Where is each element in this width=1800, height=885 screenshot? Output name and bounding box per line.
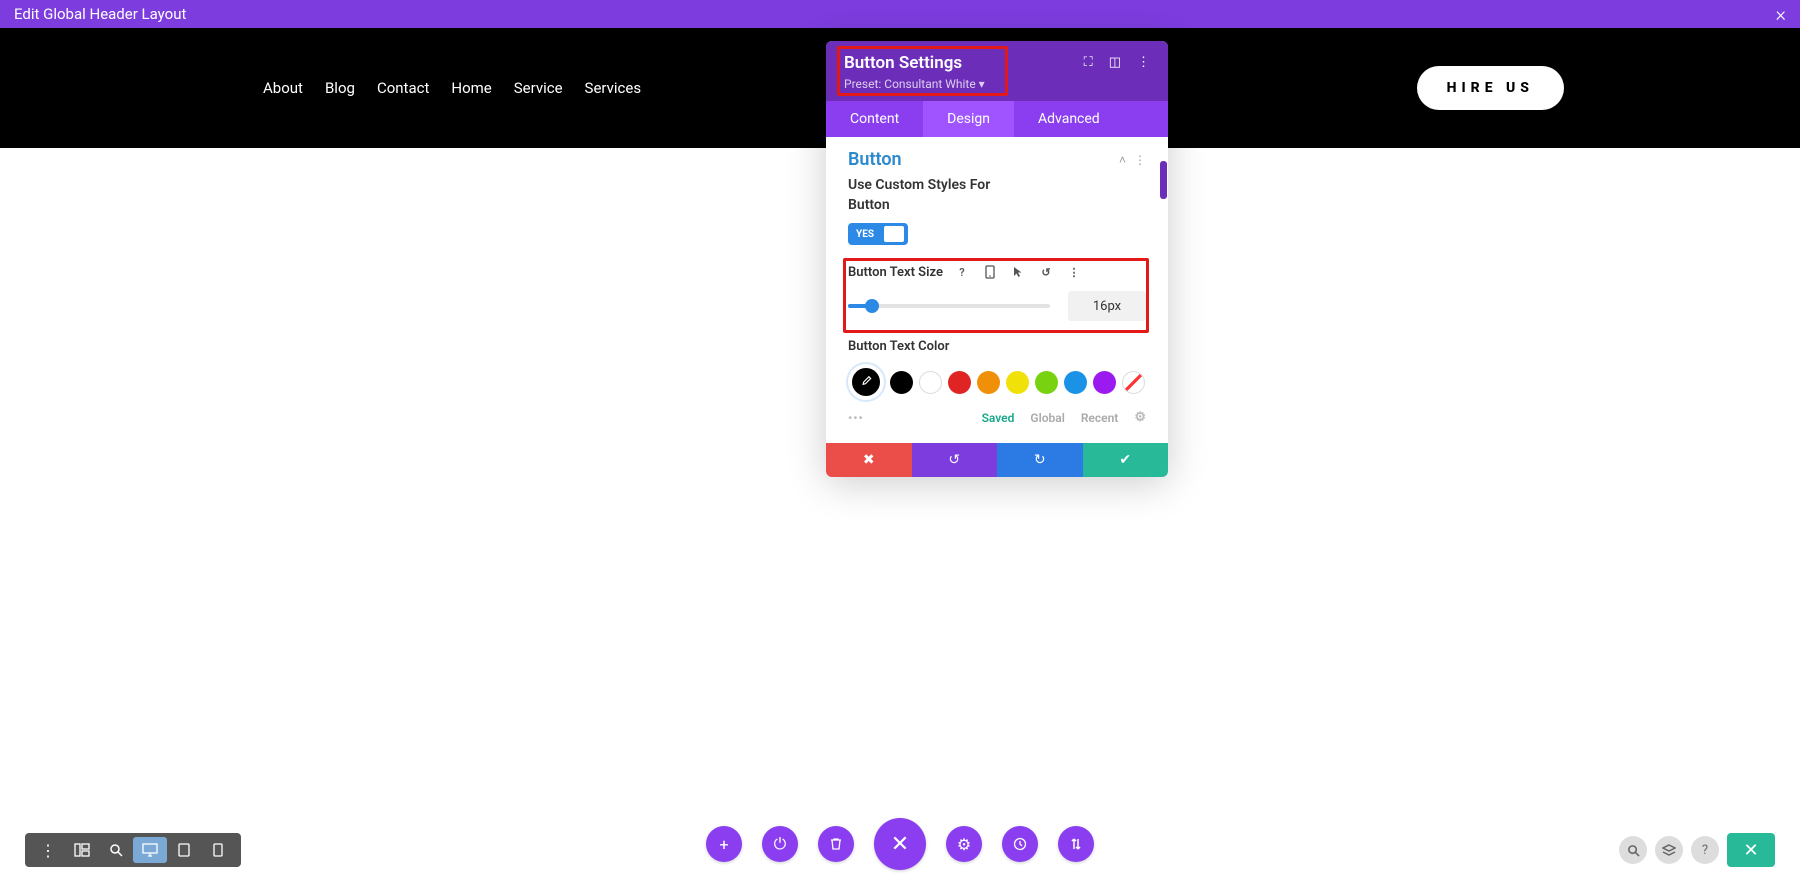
swatch-none[interactable] (1122, 371, 1145, 394)
color-picker-button[interactable] (848, 364, 884, 400)
nav-home[interactable]: Home (451, 79, 491, 97)
expand-icon[interactable]: ⛶ (1084, 55, 1093, 70)
save-button[interactable]: ✕ (1727, 833, 1775, 867)
topbar-title: Edit Global Header Layout (14, 5, 186, 23)
br-help-icon[interactable]: ? (1691, 836, 1719, 864)
panel-footer: ✖ ↺ ↻ ✔ (826, 443, 1168, 477)
swatch-orange[interactable] (977, 371, 1000, 394)
text-size-label: Button Text Size (848, 265, 943, 280)
nav-about[interactable]: About (263, 79, 303, 97)
confirm-button[interactable]: ✔ (1083, 443, 1169, 477)
topbar: Edit Global Header Layout × (0, 0, 1800, 28)
tb-wireframe-icon[interactable] (65, 837, 99, 863)
custom-styles-toggle[interactable]: YES (848, 223, 908, 245)
section-more-icon[interactable]: ⋮ (1134, 153, 1146, 167)
phone-icon[interactable] (981, 263, 999, 281)
palette-tab-global[interactable]: Global (1030, 411, 1064, 425)
section-title: Button (848, 149, 902, 170)
nav-service[interactable]: Service (514, 79, 563, 97)
settings-button[interactable]: ⚙ (946, 826, 982, 862)
viewport-toolbar: ⋮ (25, 833, 241, 867)
panel-preset[interactable]: Preset: Consultant White ▾ (844, 77, 985, 91)
slider-handle[interactable] (865, 299, 879, 313)
field-more-icon[interactable]: ⋮ (1065, 263, 1083, 281)
panel-header[interactable]: Button Settings Preset: Consultant White… (826, 41, 1168, 101)
hire-us-button[interactable]: HIRE US (1417, 66, 1564, 110)
tab-advanced[interactable]: Advanced (1014, 101, 1124, 137)
tb-more-icon[interactable]: ⋮ (31, 837, 65, 863)
br-zoom-icon[interactable] (1619, 836, 1647, 864)
color-swatches (848, 364, 1146, 400)
palette-tab-saved[interactable]: Saved (982, 411, 1015, 425)
toggle-yes: YES (852, 229, 878, 240)
text-size-input[interactable] (1068, 291, 1146, 321)
settings-panel: Button Settings Preset: Consultant White… (826, 41, 1168, 477)
palette-more-icon[interactable]: ••• (848, 411, 864, 425)
bottom-right-actions: ? ✕ (1619, 833, 1775, 867)
close-icon[interactable]: × (1776, 2, 1786, 26)
panel-title: Button Settings (844, 53, 985, 73)
controls-button[interactable] (1058, 826, 1094, 862)
swatch-blue[interactable] (1064, 371, 1087, 394)
br-layers-icon[interactable] (1655, 836, 1683, 864)
trash-button[interactable] (818, 826, 854, 862)
cancel-button[interactable]: ✖ (826, 443, 912, 477)
tb-zoom-icon[interactable] (99, 837, 133, 863)
tb-phone-icon[interactable] (201, 837, 235, 863)
add-button[interactable]: + (706, 826, 742, 862)
panel-tabs: Content Design Advanced (826, 101, 1168, 137)
section-header[interactable]: Button ˄ ⋮ (826, 137, 1168, 176)
tb-tablet-icon[interactable] (167, 837, 201, 863)
builder-actions: + ⏻ ✕ ⚙ (706, 818, 1094, 870)
panel-scrollbar[interactable] (1160, 161, 1167, 199)
tab-design[interactable]: Design (923, 101, 1014, 137)
nav-contact[interactable]: Contact (377, 79, 429, 97)
reset-icon[interactable]: ↺ (1037, 263, 1055, 281)
swatch-red[interactable] (948, 371, 971, 394)
close-builder-button[interactable]: ✕ (874, 818, 926, 870)
palette-tab-recent[interactable]: Recent (1081, 411, 1119, 425)
nav: About Blog Contact Home Service Services (263, 79, 641, 97)
tb-desktop-icon[interactable] (133, 837, 167, 863)
swatch-purple[interactable] (1093, 371, 1116, 394)
more-icon[interactable]: ⋮ (1137, 55, 1150, 70)
palette-gear-icon[interactable]: ⚙ (1134, 410, 1146, 425)
swatch-white[interactable] (919, 371, 942, 394)
toggle-knob (884, 226, 904, 242)
swatch-green[interactable] (1035, 371, 1058, 394)
custom-styles-label: Use Custom Styles For Button (848, 176, 1008, 215)
redo-button[interactable]: ↻ (997, 443, 1083, 477)
text-size-slider[interactable] (848, 304, 1050, 308)
snap-icon[interactable]: ◫ (1109, 55, 1121, 70)
undo-button[interactable]: ↺ (912, 443, 998, 477)
history-button[interactable] (1002, 826, 1038, 862)
chevron-up-icon[interactable]: ˄ (1119, 153, 1126, 167)
hover-icon[interactable] (1009, 263, 1027, 281)
help-icon[interactable]: ? (953, 263, 971, 281)
power-button[interactable]: ⏻ (762, 826, 798, 862)
swatch-yellow[interactable] (1006, 371, 1029, 394)
nav-services[interactable]: Services (585, 79, 642, 97)
swatch-black[interactable] (890, 371, 913, 394)
nav-blog[interactable]: Blog (325, 79, 355, 97)
text-color-label: Button Text Color (848, 339, 1146, 354)
tab-content[interactable]: Content (826, 101, 923, 137)
